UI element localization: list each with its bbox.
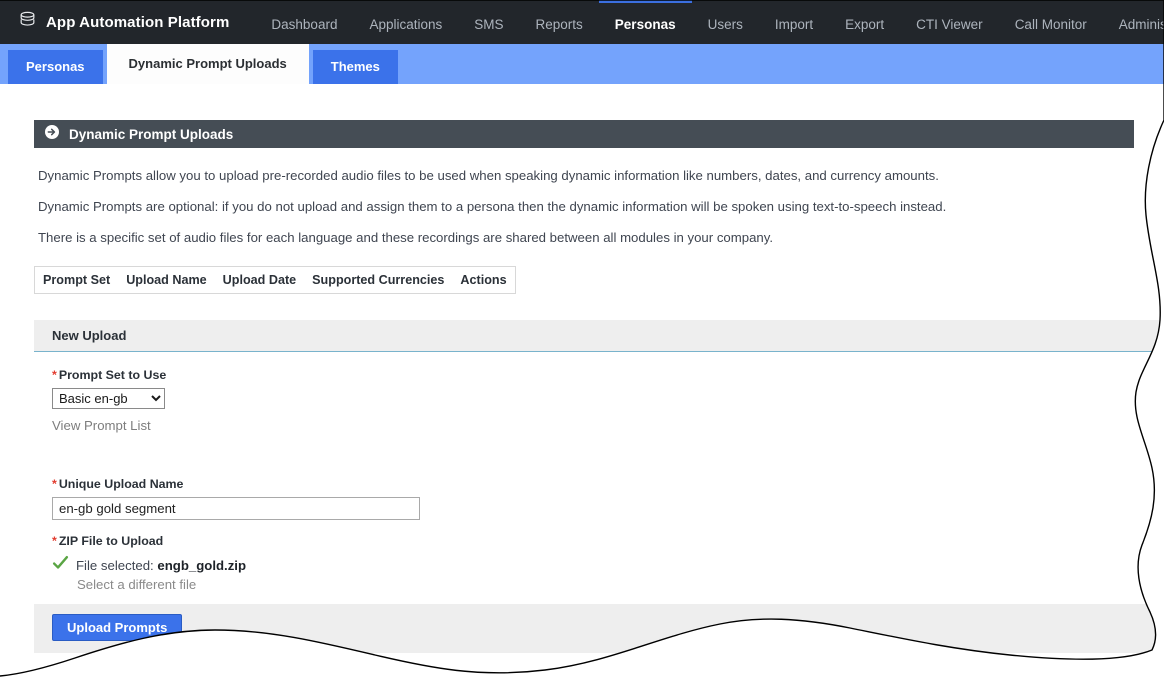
intro-paragraph-3: There is a specific set of audio files f… (38, 230, 774, 245)
label-prompt-set-text: Prompt Set to Use (58, 368, 167, 382)
nav-item-sms[interactable]: SMS (458, 0, 519, 44)
prompt-set-select[interactable]: Basic en-gb (52, 388, 165, 409)
page-root: App Automation Platform Dashboard Applic… (0, 0, 1164, 694)
label-prompt-set: * Prompt Set to Use (52, 368, 1164, 382)
tab-dynamic-prompt-uploads[interactable]: Dynamic Prompt Uploads (107, 44, 309, 84)
new-upload-title: New Upload (52, 328, 127, 343)
new-upload-footer: Upload Prompts (34, 604, 1164, 653)
required-marker: * (52, 534, 57, 548)
label-zip-file-text: ZIP File to Upload (58, 534, 164, 548)
select-different-file-link[interactable]: Select a different file (77, 577, 1164, 592)
nav-item-personas[interactable]: Personas (599, 0, 692, 44)
view-prompt-list-link[interactable]: View Prompt List (52, 418, 1164, 433)
field-zip-file: * ZIP File to Upload File selected: engb_… (52, 534, 1164, 592)
file-selected-text: File selected: engb_gold.zip (76, 558, 246, 573)
field-upload-name: * Unique Upload Name (52, 477, 1164, 520)
green-check-icon (52, 554, 69, 576)
uploads-table-header-row: Prompt Set Upload Name Upload Date Suppo… (35, 267, 515, 293)
page-header-banner: Dynamic Prompt Uploads (34, 120, 1134, 148)
brand[interactable]: App Automation Platform (18, 10, 229, 34)
label-zip-file: * ZIP File to Upload (52, 534, 1164, 548)
nav-item-cti-viewer[interactable]: CTI Viewer (900, 0, 999, 44)
nav-item-export[interactable]: Export (829, 0, 900, 44)
upload-prompts-button[interactable]: Upload Prompts (52, 614, 182, 641)
brand-name: App Automation Platform (46, 13, 230, 31)
nav-item-administration[interactable]: Administration (1103, 0, 1164, 44)
required-marker: * (52, 477, 57, 491)
upload-name-input[interactable] (52, 497, 420, 520)
tab-personas[interactable]: Personas (8, 50, 103, 84)
page-title: Dynamic Prompt Uploads (69, 126, 234, 142)
intro-paragraph-2: Dynamic Prompts are optional: if you do … (38, 199, 947, 214)
label-upload-name-text: Unique Upload Name (58, 477, 184, 491)
nav-item-reports[interactable]: Reports (520, 0, 599, 44)
database-stack-icon (18, 10, 37, 34)
top-navigation-bar: App Automation Platform Dashboard Applic… (0, 0, 1164, 44)
column-header-upload-name[interactable]: Upload Name (118, 273, 214, 287)
file-selected-prefix: File selected: (76, 557, 154, 573)
uploads-table: Prompt Set Upload Name Upload Date Suppo… (34, 266, 516, 294)
tab-strip: Personas Dynamic Prompt Uploads Themes (0, 44, 1164, 84)
column-header-actions: Actions (460, 273, 507, 287)
nav-item-dashboard[interactable]: Dashboard (255, 0, 353, 44)
new-upload-header: New Upload (34, 320, 1164, 352)
intro-paragraph-1: Dynamic Prompts allow you to upload pre-… (38, 168, 939, 183)
selected-file-name: engb_gold.zip (157, 557, 247, 573)
arrow-right-circle-icon (44, 124, 60, 145)
nav-item-call-monitor[interactable]: Call Monitor (999, 0, 1103, 44)
selected-file-row: File selected: engb_gold.zip (52, 554, 1164, 576)
nav-items: Dashboard Applications SMS Reports Perso… (255, 0, 1164, 44)
column-header-upload-date[interactable]: Upload Date (215, 273, 304, 287)
field-prompt-set: * Prompt Set to Use Basic en-gb View Prom… (52, 368, 1164, 433)
column-header-supported-currencies[interactable]: Supported Currencies (304, 273, 452, 287)
column-header-prompt-set[interactable]: Prompt Set (35, 273, 118, 287)
label-upload-name: * Unique Upload Name (52, 477, 1164, 491)
nav-item-import[interactable]: Import (759, 0, 829, 44)
new-upload-panel: New Upload * Prompt Set to Use Basic en-g… (34, 320, 1164, 653)
main-content: Dynamic Prompt Uploads Dynamic Prompts a… (0, 84, 1164, 653)
required-marker: * (52, 368, 57, 382)
nav-item-applications[interactable]: Applications (353, 0, 458, 44)
nav-item-users[interactable]: Users (692, 0, 759, 44)
tab-themes[interactable]: Themes (313, 50, 398, 84)
new-upload-form: * Prompt Set to Use Basic en-gb View Prom… (34, 352, 1164, 592)
